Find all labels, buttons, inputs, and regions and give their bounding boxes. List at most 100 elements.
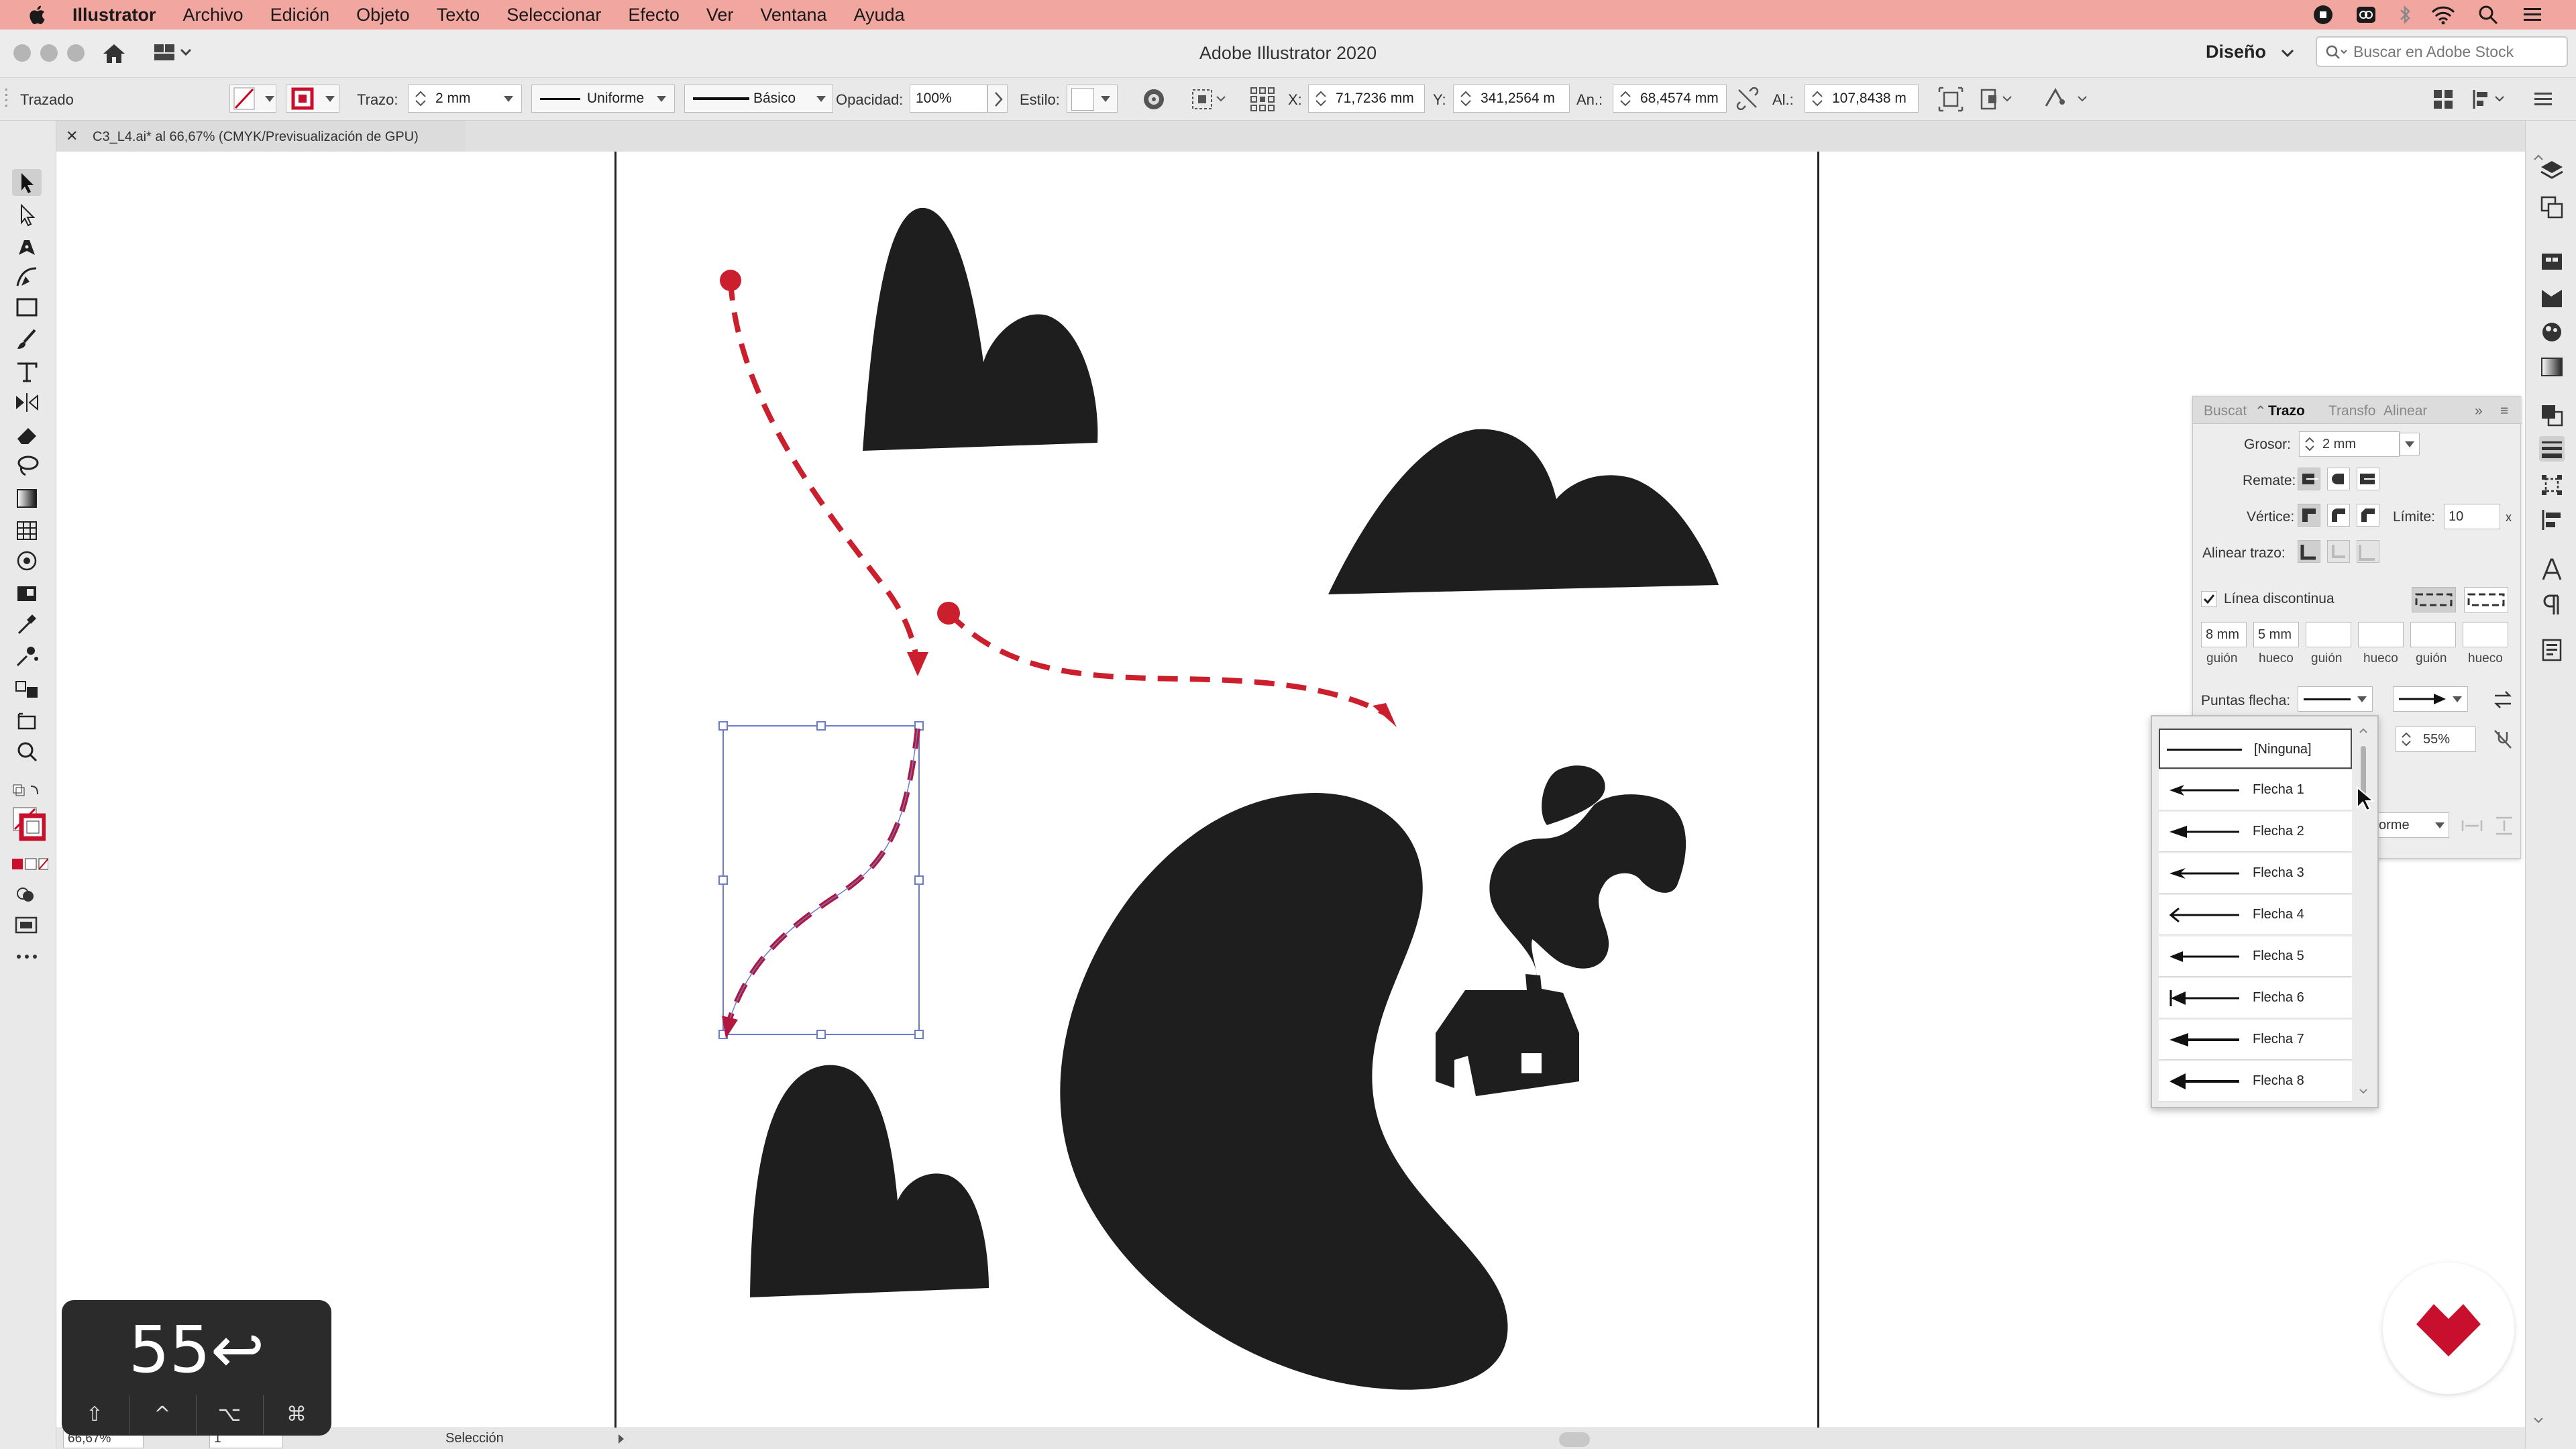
arrow-left-icon	[2169, 1033, 2239, 1046]
stroke-panel-icon[interactable]	[2539, 436, 2565, 462]
arrowhead-scale-value: 55%	[2423, 732, 2451, 747]
chevron-right-icon[interactable]	[614, 1432, 628, 1446]
character-icon[interactable]	[2539, 557, 2565, 582]
tab-transformar[interactable]: Transfo	[2328, 403, 2375, 419]
arrowhead-option-flecha-2[interactable]: Flecha 2	[2159, 812, 2352, 852]
tab-alinear[interactable]: Alinear	[2383, 403, 2427, 419]
arrowhead-option-label: Flecha 6	[2253, 990, 2304, 1005]
arrowhead-option-flecha-8[interactable]: Flecha 8	[2159, 1061, 2352, 1102]
projecting-cap-button[interactable]	[2357, 468, 2379, 490]
arrowhead-option-label: Flecha 8	[2253, 1073, 2304, 1088]
dash-3-field[interactable]	[2410, 622, 2456, 647]
align-stroke-inside-button[interactable]	[2327, 540, 2350, 563]
arrowhead-icon	[1373, 703, 1397, 727]
dash-2-field[interactable]	[2306, 622, 2351, 647]
scroll-down-icon[interactable]	[2532, 1409, 2544, 1436]
swap-arrowheads-icon[interactable]	[2492, 689, 2514, 710]
end-arrowhead-dropdown[interactable]	[2393, 686, 2468, 712]
arrowhead-option-label: Flecha 7	[2253, 1032, 2304, 1046]
transform-panel-icon[interactable]	[2539, 472, 2565, 498]
gap-3-field[interactable]	[2463, 622, 2508, 647]
panel-dock	[2525, 121, 2576, 1449]
limite-field[interactable]: 10	[2444, 504, 2500, 529]
keystroke-text: 55↩	[128, 1312, 265, 1387]
gap-3-label: hueco	[2468, 651, 2503, 665]
mountain-shape[interactable]	[1328, 429, 1719, 594]
arrowhead-option-label: [Ninguna]	[2254, 742, 2312, 757]
color-icon[interactable]	[2539, 319, 2565, 345]
collapse-panel-icon[interactable]: »	[2475, 403, 2483, 419]
properties-icon[interactable]	[2539, 637, 2565, 663]
mountain-shape[interactable]	[863, 207, 1098, 451]
preserve-dash-lengths-button[interactable]	[2412, 587, 2456, 612]
libraries-icon[interactable]	[2539, 248, 2565, 274]
arrowhead-option-label: Flecha 4	[2253, 907, 2304, 922]
align-icon[interactable]	[2539, 507, 2565, 533]
selected-dashed-curve[interactable]	[724, 728, 920, 1028]
unlink-scale-icon[interactable]	[2492, 728, 2514, 751]
round-join-button[interactable]	[2327, 504, 2350, 527]
panel-menu-icon[interactable]: ≡	[2500, 403, 2508, 419]
bevel-join-button[interactable]	[2357, 504, 2379, 527]
arrowhead-option-flecha-4[interactable]: Flecha 4	[2159, 895, 2352, 935]
gap-1-value: 5 mm	[2258, 627, 2292, 642]
arrowhead-option-flecha-3[interactable]: Flecha 3	[2159, 853, 2352, 894]
gap-2-field[interactable]	[2358, 622, 2404, 647]
arrow-left-icon	[2169, 907, 2239, 923]
profile-dropdown[interactable]: orme	[2369, 812, 2449, 838]
arrowhead-option-ninguna[interactable]: [Ninguna]	[2159, 729, 2352, 769]
grosor-dropdown[interactable]	[2400, 433, 2420, 455]
selection-handles[interactable]	[718, 721, 924, 1039]
flip-across-icon[interactable]	[2492, 815, 2516, 837]
stepper-icon[interactable]	[2400, 730, 2412, 749]
layers-icon[interactable]	[2539, 158, 2565, 184]
gradient-panel-icon[interactable]	[2539, 354, 2565, 380]
arrowhead-dropdown-list: [Ninguna] Flecha 1 Flecha 2 Flecha 3 Fle…	[2151, 715, 2379, 1108]
dashed-line-label: Línea discontinua	[2224, 591, 2334, 606]
selection-bounding-box[interactable]	[722, 725, 920, 1035]
artboards-icon[interactable]	[2539, 195, 2565, 220]
limite-value: 10	[2449, 509, 2464, 524]
arrowhead-scale-field[interactable]: 55%	[2396, 727, 2476, 752]
dashed-arrow-path[interactable]	[947, 611, 1390, 718]
dashed-line-checkbox[interactable]	[2201, 591, 2217, 607]
grosor-field[interactable]: 2 mm	[2299, 431, 2400, 457]
arrowhead-option-flecha-5[interactable]: Flecha 5	[2159, 936, 2352, 977]
island-shape[interactable]	[1060, 792, 1508, 1390]
panel-tabs: Buscat ⌃ Trazo Transfo Alinear » ≡	[2193, 396, 2522, 424]
round-cap-button[interactable]	[2327, 468, 2350, 490]
arrow-right-icon	[2399, 694, 2446, 704]
tab-trazo[interactable]: Trazo	[2268, 403, 2305, 419]
transparency-icon[interactable]	[2539, 402, 2565, 428]
miter-join-button[interactable]	[2298, 504, 2320, 527]
brand-logo	[2383, 1263, 2514, 1394]
flip-along-icon[interactable]	[2460, 815, 2484, 837]
mountain-shape[interactable]	[750, 1065, 989, 1297]
start-arrowhead-dropdown[interactable]	[2298, 686, 2373, 712]
list-scrollbar[interactable]	[2357, 726, 2369, 1099]
align-stroke-center-button[interactable]	[2298, 540, 2320, 563]
butt-cap-button[interactable]	[2298, 468, 2320, 490]
align-dashes-button[interactable]	[2464, 587, 2508, 612]
horizontal-scroll-thumb[interactable]	[1559, 1432, 1590, 1447]
arrowhead-option-flecha-6[interactable]: Flecha 6	[2159, 978, 2352, 1018]
dash-1-value: 8 mm	[2206, 627, 2239, 642]
command-key-icon: ⌘	[263, 1395, 329, 1434]
arrowhead-option-flecha-1[interactable]: Flecha 1	[2159, 770, 2352, 810]
status-bar: 66,67% 1 Selección	[56, 1428, 2525, 1449]
swatches-icon[interactable]	[2539, 284, 2565, 310]
arrowhead-option-flecha-7[interactable]: Flecha 7	[2159, 1020, 2352, 1060]
arrow-left-icon	[2169, 951, 2239, 962]
stepper-icon[interactable]	[2304, 435, 2316, 453]
dash-1-field[interactable]: 8 mm	[2201, 622, 2247, 647]
align-stroke-outside-button[interactable]	[2357, 540, 2379, 563]
red-heart-logo-icon	[2416, 1304, 2481, 1356]
gap-1-field[interactable]: 5 mm	[2253, 622, 2299, 647]
house-shape[interactable]	[1436, 974, 1579, 1096]
tab-buscatrazos[interactable]: Buscat	[2204, 403, 2247, 419]
grosor-label: Grosor:	[2244, 437, 2292, 452]
paragraph-icon[interactable]	[2539, 592, 2565, 617]
gap-1-label: hueco	[2259, 651, 2294, 665]
smoke-shape[interactable]	[1489, 794, 1686, 979]
tab-separator: ⌃	[2255, 404, 2267, 419]
